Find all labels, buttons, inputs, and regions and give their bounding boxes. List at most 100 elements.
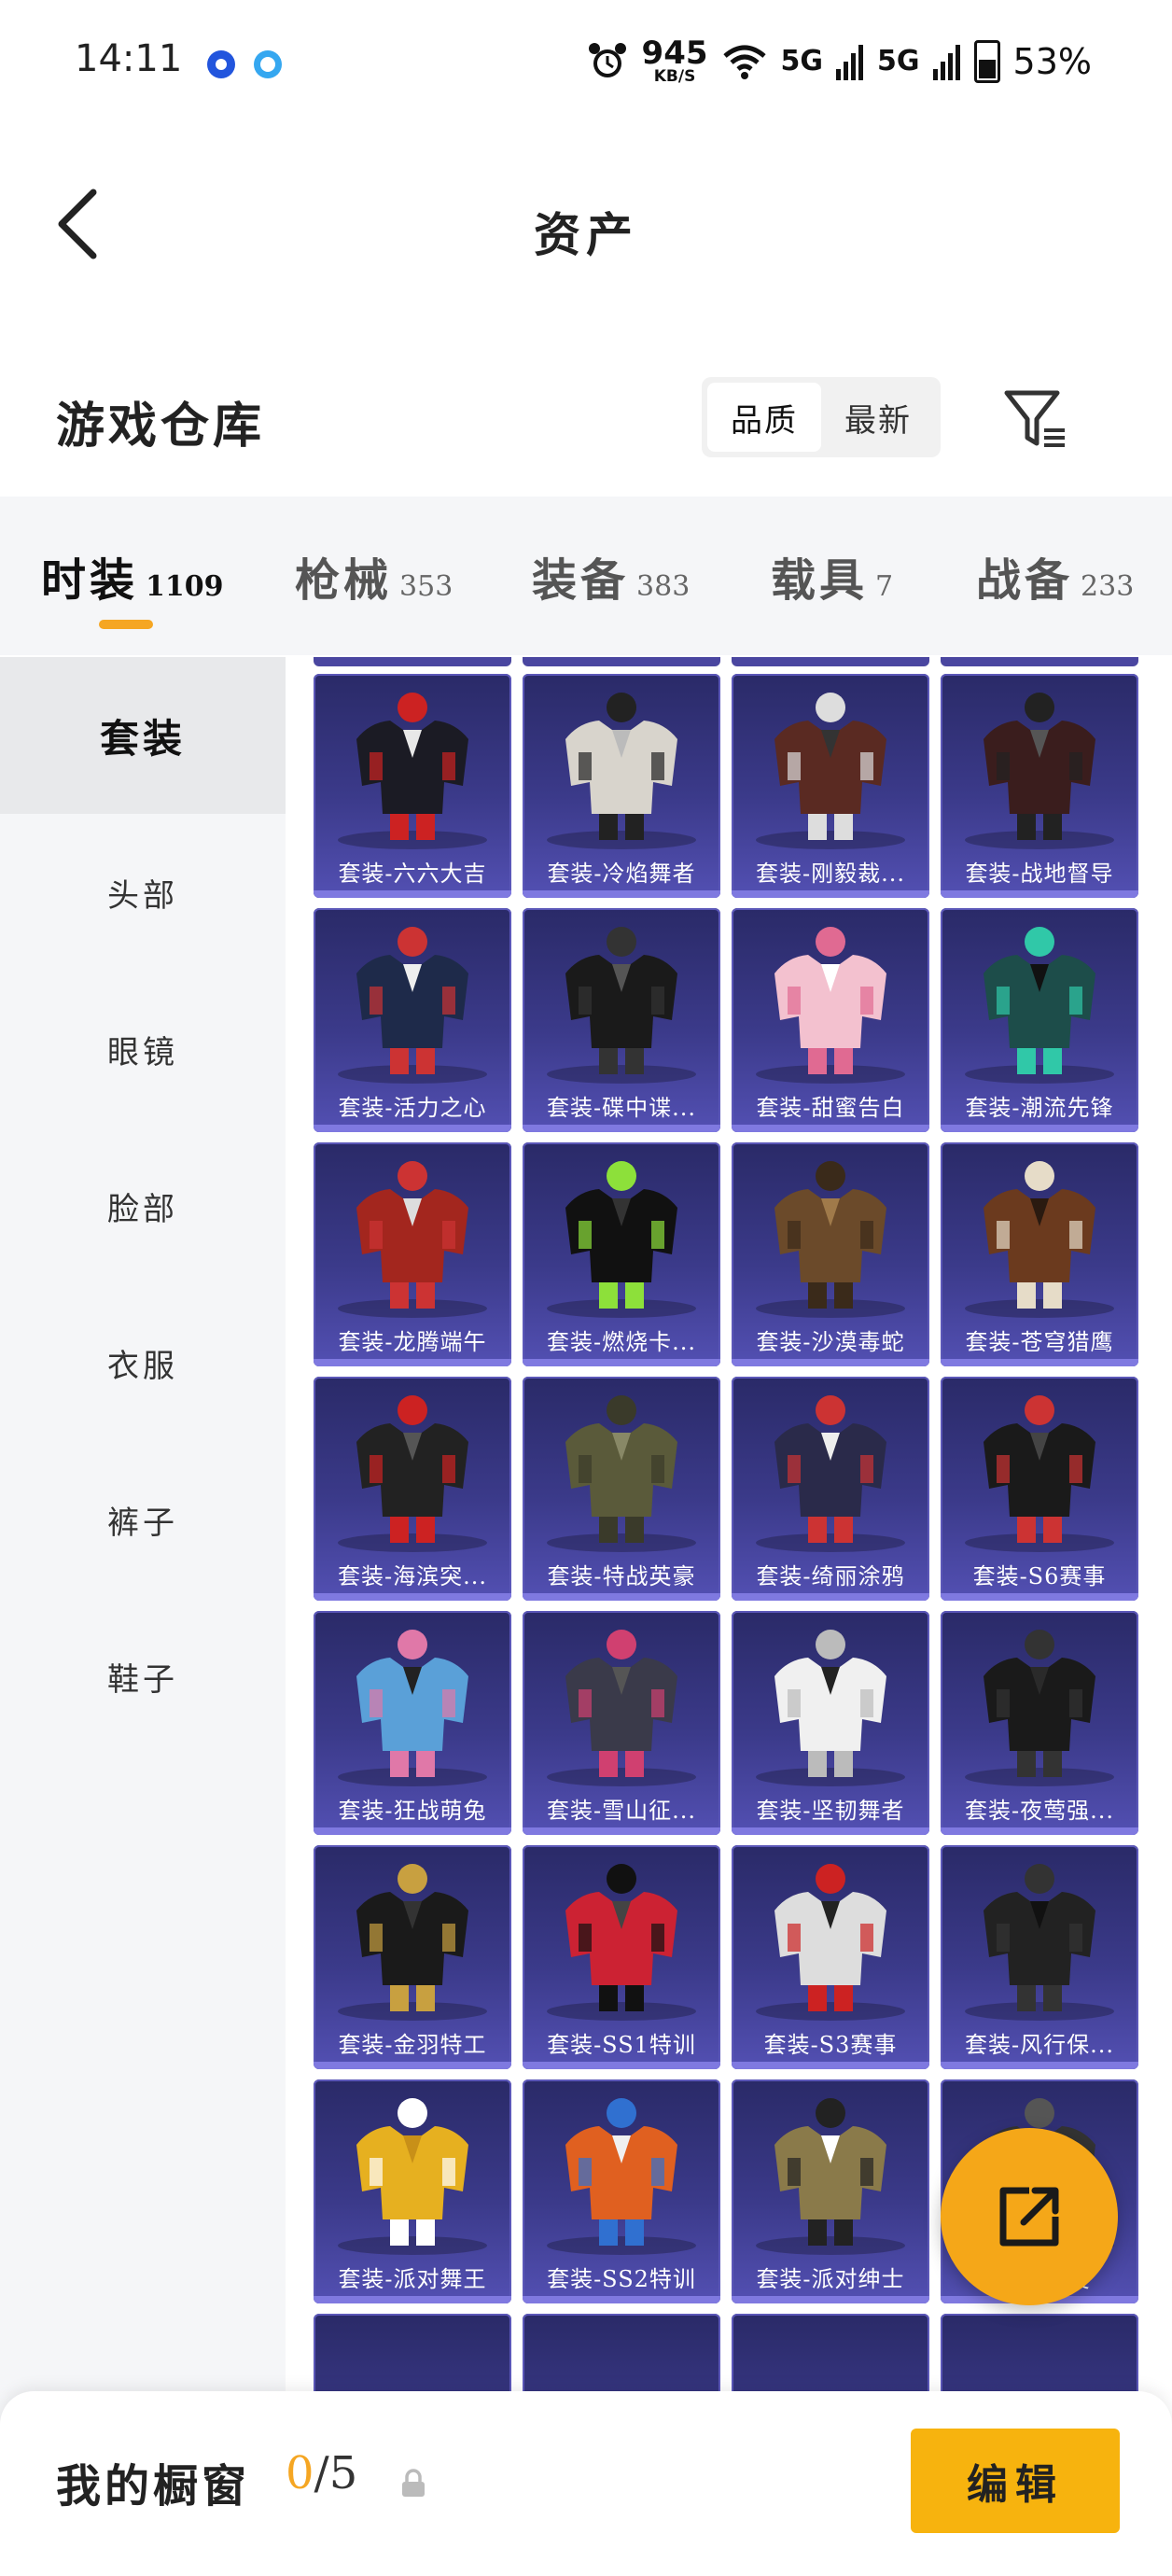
item-card[interactable]: 套装-冷焰舞者 [523, 674, 720, 898]
outfit-image [547, 1630, 696, 1786]
item-name: 套装-狂战萌兔 [338, 1798, 487, 1824]
item-name: 套装-雪山征... [547, 1798, 696, 1824]
sidebar-item-shoes[interactable]: 鞋子 [0, 1598, 286, 1755]
signal-1-icon [836, 44, 864, 80]
item-card[interactable]: 套装-S3赛事 [732, 1845, 929, 2069]
outfit-image [547, 693, 696, 849]
outfit-image [756, 927, 905, 1084]
sidebar-item-head[interactable]: 头部 [0, 814, 286, 971]
item-card[interactable]: 套装-派对舞王 [314, 2079, 511, 2303]
item-name: 套装-S3赛事 [763, 2032, 898, 2058]
item-card[interactable]: 套装-碟中谍... [523, 908, 720, 1132]
sidebar-item-face[interactable]: 脸部 [0, 1127, 286, 1284]
item-card-partial[interactable] [732, 2314, 929, 2393]
item-card[interactable]: 套装-六六大吉 [314, 674, 511, 898]
item-card-partial[interactable] [314, 2314, 511, 2393]
item-card[interactable]: 套装-活力之心 [314, 908, 511, 1132]
outfit-image [756, 1161, 905, 1318]
item-card[interactable]: 套装-狂战萌兔 [314, 1611, 511, 1835]
item-card[interactable]: 套装-燃烧卡... [523, 1142, 720, 1366]
item-card-partial[interactable] [732, 657, 929, 666]
item-card[interactable]: 套装-坚韧舞者 [732, 1611, 929, 1835]
tab-firearms[interactable]: 枪械 353 [295, 543, 453, 609]
item-card[interactable]: 套装-SS2特训 [523, 2079, 720, 2303]
item-card-partial[interactable] [523, 2314, 720, 2393]
tab-vehicles[interactable]: 载具 7 [771, 543, 893, 609]
item-card[interactable]: 套装-绮丽涂鸦 [732, 1377, 929, 1601]
share-button[interactable] [941, 2128, 1118, 2305]
item-name: 套装-绮丽涂鸦 [756, 1563, 905, 1589]
item-card[interactable]: 套装-夜莺强... [941, 1611, 1138, 1835]
showcase-label: 我的橱窗 [56, 2460, 251, 2513]
item-name: 套装-派对舞王 [338, 2266, 487, 2292]
tab-fashion[interactable]: 时装 1109 [41, 543, 224, 609]
item-name: 套装-坚韧舞者 [756, 1798, 905, 1824]
outfit-image [965, 1161, 1114, 1318]
item-card-partial[interactable] [941, 2314, 1138, 2393]
item-card-partial[interactable] [314, 657, 511, 666]
item-name: 套装-派对绅士 [756, 2266, 905, 2292]
outfit-image [547, 2098, 696, 2255]
outfit-image [756, 1630, 905, 1786]
sidebar-item-glasses[interactable]: 眼镜 [0, 971, 286, 1127]
item-card[interactable]: 套装-刚毅裁... [732, 674, 929, 898]
item-name: 套装-活力之心 [338, 1095, 487, 1121]
item-name: 套装-夜莺强... [965, 1798, 1114, 1824]
item-card[interactable]: 套装-S6赛事 [941, 1377, 1138, 1601]
item-name: 套装-SS2特训 [547, 2266, 696, 2292]
sidebar: 套装 头部 眼镜 脸部 衣服 裤子 鞋子 [0, 657, 286, 2576]
item-card[interactable]: 套装-海滨突... [314, 1377, 511, 1601]
item-card[interactable]: 套装-特战英豪 [523, 1377, 720, 1601]
category-tabs: 时装 1109 枪械 353 装备 383 载具 7 战备 233 [0, 497, 1172, 655]
item-card[interactable]: 套装-雪山征... [523, 1611, 720, 1835]
item-card[interactable]: 套装-龙腾端午 [314, 1142, 511, 1366]
item-card[interactable]: 套装-SS1特训 [523, 1845, 720, 2069]
signal-1-label: 5G [780, 45, 824, 77]
sidebar-item-outfits[interactable]: 套装 [0, 657, 286, 814]
sort-quality-button[interactable]: 品质 [707, 383, 821, 452]
item-name: 套装-战地督导 [965, 861, 1114, 887]
sidebar-item-pants[interactable]: 裤子 [0, 1441, 286, 1598]
showcase-total: /5 [314, 2447, 358, 2499]
item-card[interactable]: 套装-甜蜜告白 [732, 908, 929, 1132]
item-name: 套装-燃烧卡... [547, 1329, 696, 1355]
showcase-current: 0 [286, 2447, 314, 2499]
network-speed: 945 KB/S [641, 35, 708, 86]
item-name: 套装-冷焰舞者 [547, 861, 696, 887]
item-card[interactable]: 套装-风行保... [941, 1845, 1138, 2069]
wifi-icon [722, 45, 766, 79]
outfit-image [965, 693, 1114, 849]
item-card[interactable]: 套装-金羽特工 [314, 1845, 511, 2069]
signal-2-icon [932, 44, 960, 80]
tab-equipment[interactable]: 装备 383 [532, 543, 690, 609]
bottom-bar: 我的橱窗 0/5 编辑 [0, 2391, 1172, 2576]
item-card[interactable]: 套装-战地督导 [941, 674, 1138, 898]
item-name: 套装-风行保... [965, 2032, 1114, 2058]
outfit-image [338, 1395, 487, 1552]
tab-supplies[interactable]: 战备 233 [976, 543, 1134, 609]
sidebar-item-clothes[interactable]: 衣服 [0, 1284, 286, 1441]
item-card[interactable]: 套装-苍穹猎鹰 [941, 1142, 1138, 1366]
item-card-partial[interactable] [523, 657, 720, 666]
outfit-image [547, 1864, 696, 2021]
item-name: 套装-甜蜜告白 [756, 1095, 905, 1121]
outfit-image [338, 693, 487, 849]
item-card[interactable]: 套装-派对绅士 [732, 2079, 929, 2303]
edit-button[interactable]: 编辑 [911, 2429, 1120, 2533]
alarm-icon [588, 42, 626, 77]
filter-button[interactable] [998, 383, 1073, 457]
item-card-partial[interactable] [941, 657, 1138, 666]
outfit-image [965, 1395, 1114, 1552]
showcase-count: 0/5 [286, 2447, 357, 2499]
item-card[interactable]: 套装-沙漠毒蛇 [732, 1142, 929, 1366]
outfit-image [756, 1864, 905, 2021]
sort-newest-button[interactable]: 最新 [821, 383, 935, 452]
outfit-image [338, 1864, 487, 2021]
item-name: 套装-SS1特训 [547, 2032, 696, 2058]
status-icons: 945 KB/S 5G 5G 53% [586, 37, 1092, 85]
warehouse-title: 游戏仓库 [56, 398, 266, 455]
nav-bar: 资产 [0, 149, 1172, 289]
outfit-image [965, 1630, 1114, 1786]
item-name: 套装-碟中谍... [547, 1095, 696, 1121]
item-card[interactable]: 套装-潮流先锋 [941, 908, 1138, 1132]
